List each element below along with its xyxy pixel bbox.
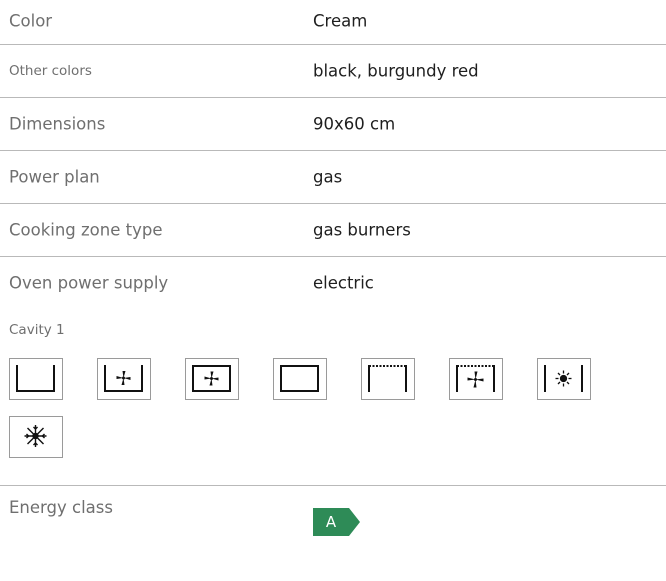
top-heat-icon	[361, 358, 415, 400]
spec-row-cooking-zone: Cooking zone type gas burners	[0, 204, 666, 257]
cavity-title: Cavity 1	[9, 322, 65, 338]
spec-value: 90x60 cm	[313, 114, 396, 134]
spec-value: electric	[313, 273, 374, 292]
oven-light-icon	[537, 358, 591, 400]
spec-row-oven-power: Oven power supply electric	[0, 257, 666, 308]
spec-value: gas burners	[313, 220, 411, 240]
spec-label: Oven power supply	[9, 273, 169, 292]
spec-label: Power plan	[9, 167, 100, 187]
spec-label: Cooking zone type	[9, 220, 163, 240]
cavity-functions: Cavity 1	[0, 308, 666, 486]
bottom-heat-icon	[9, 358, 63, 400]
spec-row-other-colors: Other colors black, burgundy red	[0, 45, 666, 98]
spec-label: Dimensions	[9, 114, 106, 134]
spec-label: Other colors	[9, 63, 92, 79]
energy-class-badge: A	[313, 508, 361, 536]
fan-top-bottom-heat-icon	[185, 358, 239, 400]
spec-row-power-plan: Power plan gas	[0, 151, 666, 204]
spec-label: Color	[9, 11, 53, 31]
fan-grill-icon	[449, 358, 503, 400]
spec-value: gas	[313, 167, 343, 187]
spec-row-color: Color Cream	[0, 0, 666, 45]
spec-row-dimensions: Dimensions 90x60 cm	[0, 98, 666, 151]
product-specs: Color Cream Other colors black, burgundy…	[0, 0, 666, 538]
fan-bottom-heat-icon	[97, 358, 151, 400]
energy-class-row: Energy class A	[0, 486, 666, 538]
spec-value: black, burgundy red	[313, 61, 479, 81]
energy-class-label: Energy class	[9, 498, 113, 517]
conventional-heat-icon	[273, 358, 327, 400]
energy-class-value: A	[325, 513, 337, 531]
spec-value: Cream	[313, 11, 368, 31]
defrost-icon	[9, 416, 63, 458]
